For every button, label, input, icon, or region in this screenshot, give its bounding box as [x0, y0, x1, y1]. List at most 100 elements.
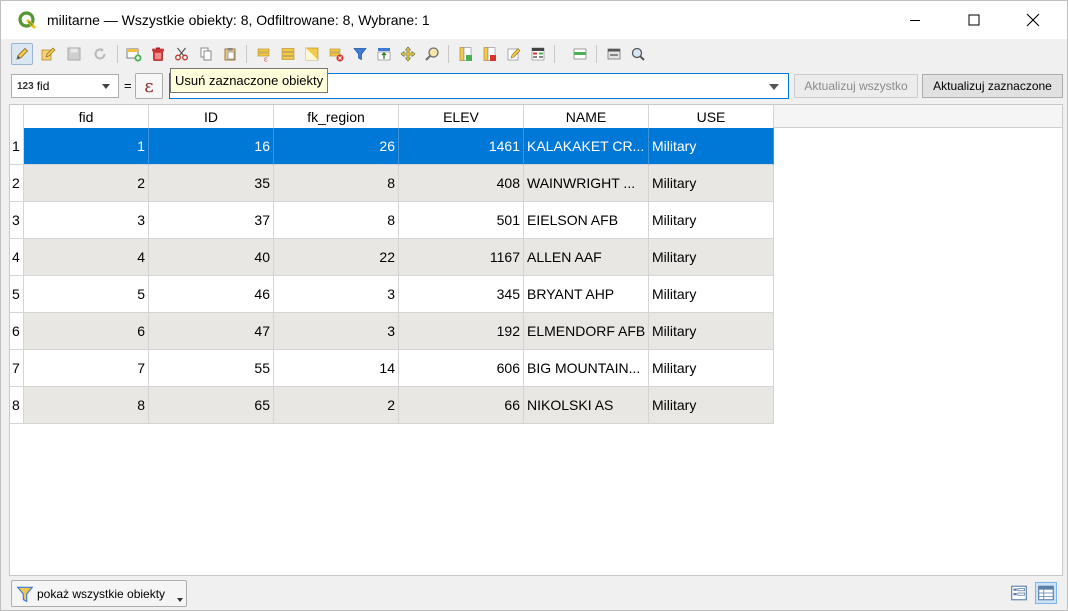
table-row[interactable]: 8 8 65 2 66 NIKOLSKI AS Military: [10, 387, 774, 424]
row-number[interactable]: 5: [10, 276, 24, 313]
field-calculator-button[interactable]: [503, 43, 525, 65]
table-cell-id[interactable]: 37: [149, 202, 274, 239]
delete-selected-button[interactable]: [147, 43, 169, 65]
table-cell-id[interactable]: 47: [149, 313, 274, 350]
column-header[interactable]: USE: [649, 105, 774, 128]
table-cell-elev[interactable]: 66: [399, 387, 524, 424]
conditional-formatting-button[interactable]: [527, 43, 549, 65]
table-cell-fk-region[interactable]: 14: [274, 350, 399, 387]
attribute-table[interactable]: fid ID fk_region ELEV NAME USE 1 1 16 26 146…: [9, 104, 1063, 576]
close-button[interactable]: [1005, 1, 1061, 39]
table-cell-fk-region[interactable]: 2: [274, 387, 399, 424]
identify-button[interactable]: [627, 43, 649, 65]
move-selection-top-button[interactable]: [373, 43, 395, 65]
select-by-expression-button[interactable]: ε: [253, 43, 275, 65]
chevron-down-icon[interactable]: [769, 84, 779, 90]
table-cell-use[interactable]: Military: [649, 165, 774, 202]
table-cell-name[interactable]: BIG MOUNTAIN...: [524, 350, 649, 387]
table-cell-elev[interactable]: 1461: [399, 128, 524, 165]
update-selected-button[interactable]: Aktualizuj zaznaczone: [922, 74, 1063, 98]
row-number[interactable]: 4: [10, 239, 24, 276]
table-row[interactable]: 7 7 55 14 606 BIG MOUNTAIN... Military: [10, 350, 774, 387]
new-field-button[interactable]: [455, 43, 477, 65]
row-number[interactable]: 7: [10, 350, 24, 387]
table-cell-fid[interactable]: 2: [24, 165, 149, 202]
table-cell-fid[interactable]: 4: [24, 239, 149, 276]
table-cell-use[interactable]: Military: [649, 313, 774, 350]
table-cell-elev[interactable]: 192: [399, 313, 524, 350]
copy-button[interactable]: [195, 43, 217, 65]
deselect-all-button[interactable]: [325, 43, 347, 65]
column-header[interactable]: ID: [149, 105, 274, 128]
table-cell-use[interactable]: Military: [649, 239, 774, 276]
cut-button[interactable]: [171, 43, 193, 65]
table-cell-fid[interactable]: 3: [24, 202, 149, 239]
zoom-to-selected-button[interactable]: [421, 43, 443, 65]
invert-selection-button[interactable]: [301, 43, 323, 65]
table-cell-id[interactable]: 55: [149, 350, 274, 387]
feature-filter-button[interactable]: pokaż wszystkie obiekty: [11, 580, 187, 607]
table-cell-name[interactable]: ELMENDORF AFB: [524, 313, 649, 350]
table-cell-id[interactable]: 46: [149, 276, 274, 313]
table-cell-use[interactable]: Military: [649, 276, 774, 313]
table-cell-id[interactable]: 16: [149, 128, 274, 165]
table-row[interactable]: 4 4 40 22 1167 ALLEN AAF Military: [10, 239, 774, 276]
table-cell-elev[interactable]: 345: [399, 276, 524, 313]
table-cell-name[interactable]: KALAKAKET CR...: [524, 128, 649, 165]
table-cell-id[interactable]: 35: [149, 165, 274, 202]
table-cell-use[interactable]: Military: [649, 350, 774, 387]
table-cell-name[interactable]: NIKOLSKI AS: [524, 387, 649, 424]
row-number[interactable]: 1: [10, 128, 24, 165]
actions-button[interactable]: [603, 43, 625, 65]
table-row[interactable]: 5 5 46 3 345 BRYANT AHP Military: [10, 276, 774, 313]
table-cell-id[interactable]: 40: [149, 239, 274, 276]
row-number[interactable]: 8: [10, 387, 24, 424]
column-header[interactable]: NAME: [524, 105, 649, 128]
table-cell-name[interactable]: BRYANT AHP: [524, 276, 649, 313]
table-row[interactable]: 3 3 37 8 501 EIELSON AFB Military: [10, 202, 774, 239]
table-cell-id[interactable]: 65: [149, 387, 274, 424]
table-cell-fk-region[interactable]: 26: [274, 128, 399, 165]
column-header[interactable]: fid: [24, 105, 149, 128]
table-cell-elev[interactable]: 408: [399, 165, 524, 202]
table-cell-fk-region[interactable]: 3: [274, 276, 399, 313]
table-cell-use[interactable]: Military: [649, 128, 774, 165]
form-view-button[interactable]: [1008, 582, 1030, 604]
row-number[interactable]: 6: [10, 313, 24, 350]
expression-button[interactable]: ε: [135, 73, 163, 99]
table-row[interactable]: 1 1 16 26 1461 KALAKAKET CR... Military: [10, 128, 774, 165]
table-cell-name[interactable]: ALLEN AAF: [524, 239, 649, 276]
column-header[interactable]: fk_region: [274, 105, 399, 128]
field-combobox[interactable]: 123 fid: [11, 74, 119, 98]
maximize-button[interactable]: [946, 1, 1002, 39]
table-cell-fid[interactable]: 1: [24, 128, 149, 165]
reload-button[interactable]: [89, 43, 111, 65]
toggle-editing-button[interactable]: [11, 43, 33, 65]
table-view-button[interactable]: [1035, 582, 1057, 604]
table-cell-fid[interactable]: 8: [24, 387, 149, 424]
table-cell-use[interactable]: Military: [649, 202, 774, 239]
row-number[interactable]: 3: [10, 202, 24, 239]
table-cell-fk-region[interactable]: 8: [274, 202, 399, 239]
delete-field-button[interactable]: [479, 43, 501, 65]
table-cell-name[interactable]: EIELSON AFB: [524, 202, 649, 239]
table-cell-elev[interactable]: 1167: [399, 239, 524, 276]
table-cell-fk-region[interactable]: 8: [274, 165, 399, 202]
table-row[interactable]: 6 6 47 3 192 ELMENDORF AFB Military: [10, 313, 774, 350]
filter-select-button[interactable]: [349, 43, 371, 65]
dock-table-button[interactable]: [569, 43, 591, 65]
paste-button[interactable]: [219, 43, 241, 65]
table-cell-fid[interactable]: 7: [24, 350, 149, 387]
table-row[interactable]: 2 2 35 8 408 WAINWRIGHT ... Military: [10, 165, 774, 202]
row-number[interactable]: 2: [10, 165, 24, 202]
save-edits-button[interactable]: [63, 43, 85, 65]
pan-to-selected-button[interactable]: [397, 43, 419, 65]
table-cell-use[interactable]: Military: [649, 387, 774, 424]
select-all-button[interactable]: [277, 43, 299, 65]
table-cell-fk-region[interactable]: 3: [274, 313, 399, 350]
table-cell-name[interactable]: WAINWRIGHT ...: [524, 165, 649, 202]
table-cell-elev[interactable]: 606: [399, 350, 524, 387]
table-cell-fk-region[interactable]: 22: [274, 239, 399, 276]
table-cell-fid[interactable]: 5: [24, 276, 149, 313]
column-header[interactable]: ELEV: [399, 105, 524, 128]
